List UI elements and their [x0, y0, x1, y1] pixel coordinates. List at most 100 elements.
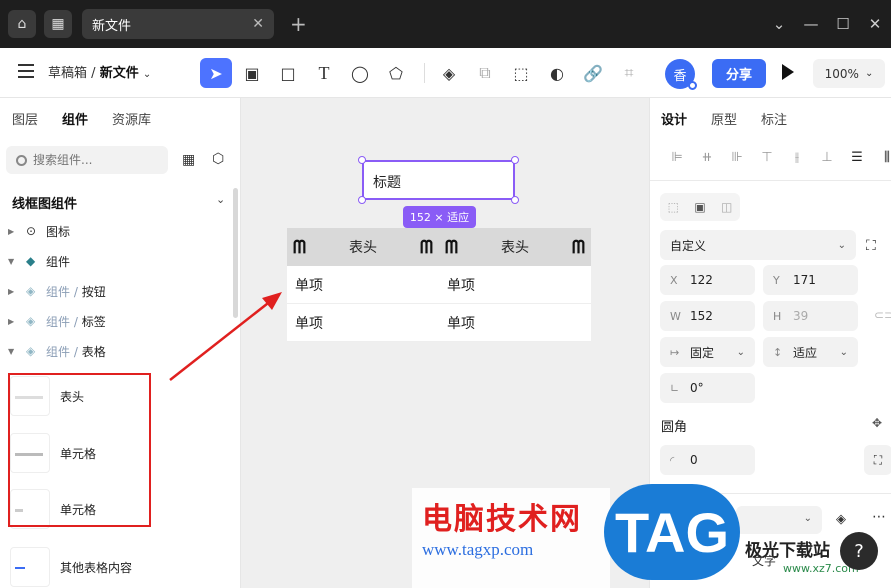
style-component-icon[interactable]: ◈: [836, 512, 846, 527]
shape-tool-icon[interactable]: ⬠: [380, 58, 412, 88]
table-row[interactable]: 单项: [287, 304, 439, 342]
x-field[interactable]: X 122: [660, 265, 755, 295]
pen-tool-icon[interactable]: ◯: [344, 58, 376, 88]
frame-fill-icon[interactable]: ▣: [694, 200, 705, 214]
close-window-icon[interactable]: ✕: [859, 15, 891, 33]
tab-prototype[interactable]: 原型: [711, 109, 737, 128]
frame-none-icon[interactable]: ⬚: [668, 200, 679, 214]
tab-layers[interactable]: 图层: [12, 109, 38, 128]
file-name[interactable]: 新文件: [100, 66, 139, 81]
y-field[interactable]: Y 171: [763, 265, 858, 295]
rectangle-tool-icon[interactable]: □: [272, 58, 304, 88]
caret-down-icon[interactable]: ▼: [8, 347, 18, 356]
search-input[interactable]: [33, 153, 153, 167]
table-row[interactable]: 单项: [439, 266, 591, 304]
caret-down-icon[interactable]: ▼: [8, 257, 18, 266]
tree-item-icons[interactable]: ▶ ⊙ 图标: [0, 220, 70, 242]
select-tool-icon[interactable]: ➤: [200, 58, 232, 88]
help-icon[interactable]: ?: [840, 532, 878, 570]
divider: [650, 180, 891, 181]
align-center-v-icon[interactable]: ⫲: [782, 150, 812, 165]
play-icon[interactable]: [782, 64, 794, 80]
avatar[interactable]: 香: [665, 59, 697, 90]
chevron-down-icon[interactable]: ⌄: [763, 15, 795, 33]
caret-right-icon[interactable]: ▶: [8, 227, 18, 236]
w-field[interactable]: W 152: [660, 301, 755, 331]
align-left-icon[interactable]: ⊫: [662, 150, 692, 165]
selected-title-frame[interactable]: 标题: [362, 160, 515, 200]
chevron-down-icon[interactable]: ⌄: [216, 193, 225, 206]
tab-components[interactable]: 组件: [62, 109, 88, 128]
width-mode-select[interactable]: ↦ 固定 ⌄: [660, 337, 755, 367]
caret-right-icon[interactable]: ▶: [8, 317, 18, 326]
distribute-v-icon[interactable]: ☰: [842, 150, 872, 165]
right-tabs: 设计 原型 标注: [650, 98, 891, 138]
search-box[interactable]: [6, 146, 168, 174]
h-field[interactable]: H 39: [763, 301, 858, 331]
table-header[interactable]: ᗰ 表头 ᗰ: [439, 228, 591, 266]
tree-item-buttons[interactable]: ▶ ◈ 组件 / 按钮: [0, 280, 106, 302]
text-tool-icon[interactable]: T: [308, 58, 340, 88]
menu-icon[interactable]: [18, 64, 34, 78]
align-top-icon[interactable]: ⊤: [752, 150, 782, 165]
close-icon[interactable]: ✕: [252, 16, 264, 32]
more-icon[interactable]: ⋯: [872, 509, 886, 525]
table-left[interactable]: ᗰ 表头 ᗰ 单项 单项: [287, 228, 439, 342]
watermark-url: www.tagxp.com: [422, 540, 534, 559]
height-mode-select[interactable]: ↕ 适应 ⌄: [763, 337, 858, 367]
link-icon[interactable]: 🔗: [577, 58, 609, 88]
tree-item-components[interactable]: ▼ ◆ 组件: [0, 250, 70, 272]
align-center-h-icon[interactable]: ⧺: [692, 150, 722, 165]
add-tab-icon[interactable]: +: [290, 12, 307, 36]
resize-handle[interactable]: [511, 196, 519, 204]
resize-handle[interactable]: [358, 196, 366, 204]
grid-view-icon[interactable]: ▦: [182, 152, 195, 168]
tree-prefix: 组件 /: [46, 314, 82, 329]
rotation-field[interactable]: ∟ 0°: [660, 373, 755, 403]
mask-icon[interactable]: ◐: [541, 58, 573, 88]
zoom-select[interactable]: 100% ⌄: [813, 59, 885, 88]
left-scrollbar[interactable]: [233, 188, 238, 318]
tree-item-tables[interactable]: ▼ ◈ 组件 / 表格: [0, 340, 106, 362]
constrain-link-icon[interactable]: ⊂⊃: [874, 308, 891, 322]
section-title[interactable]: 线框图组件: [12, 193, 77, 212]
title-text[interactable]: 标题: [373, 172, 401, 192]
frame-preset-select[interactable]: 自定义 ⌄: [660, 230, 856, 260]
maximize-icon[interactable]: ☐: [827, 15, 859, 33]
watermark-site-name: 电脑技术网: [422, 502, 582, 537]
component-other-table[interactable]: 其他表格内容: [10, 546, 210, 588]
align-right-icon[interactable]: ⊪: [722, 150, 752, 165]
tree-item-tags[interactable]: ▶ ◈ 组件 / 标签: [0, 310, 106, 332]
breadcrumb-parent[interactable]: 草稿箱: [48, 66, 87, 81]
grid-icon[interactable]: ▦: [44, 10, 72, 38]
resize-handle[interactable]: [358, 156, 366, 164]
resize-handle[interactable]: [511, 156, 519, 164]
corner-radius-field[interactable]: ◜ 0: [660, 445, 755, 475]
chevron-down-icon[interactable]: ⌄: [143, 69, 151, 80]
independent-corners-icon[interactable]: ⛶: [864, 445, 891, 475]
minimize-icon[interactable]: —: [795, 15, 827, 33]
table-right[interactable]: ᗰ 表头 ᗰ 单项 单项: [439, 228, 591, 342]
home-icon[interactable]: ⌂: [8, 10, 36, 38]
boolean-icon[interactable]: ⧉: [469, 58, 501, 88]
package-icon[interactable]: ⬡: [212, 151, 224, 167]
caret-right-icon[interactable]: ▶: [8, 287, 18, 296]
frame-tool-icon[interactable]: ▣: [236, 58, 268, 88]
tab-design[interactable]: 设计: [661, 109, 687, 128]
distribute-h-icon[interactable]: ⫼: [872, 150, 891, 165]
crop-icon[interactable]: ⌗: [613, 58, 645, 88]
frame-split-icon[interactable]: ◫: [721, 200, 732, 214]
table-row[interactable]: 单项: [287, 266, 439, 304]
table-header[interactable]: ᗰ 表头 ᗰ: [287, 228, 439, 266]
tab-library[interactable]: 资源库: [112, 109, 151, 128]
share-button[interactable]: 分享: [712, 59, 766, 88]
vector-icon[interactable]: ⬚: [505, 58, 537, 88]
component-icon[interactable]: ◈: [433, 58, 465, 88]
move-icon[interactable]: ✥: [872, 416, 882, 430]
tab-new-file[interactable]: 新文件 ✕: [82, 9, 274, 39]
table-row[interactable]: 单项: [439, 304, 591, 342]
frame-type-segment[interactable]: ⬚ ▣ ◫: [660, 193, 740, 221]
fit-frame-icon[interactable]: ⛶: [866, 238, 876, 254]
align-bottom-icon[interactable]: ⊥: [812, 150, 842, 165]
tab-annotate[interactable]: 标注: [761, 109, 787, 128]
